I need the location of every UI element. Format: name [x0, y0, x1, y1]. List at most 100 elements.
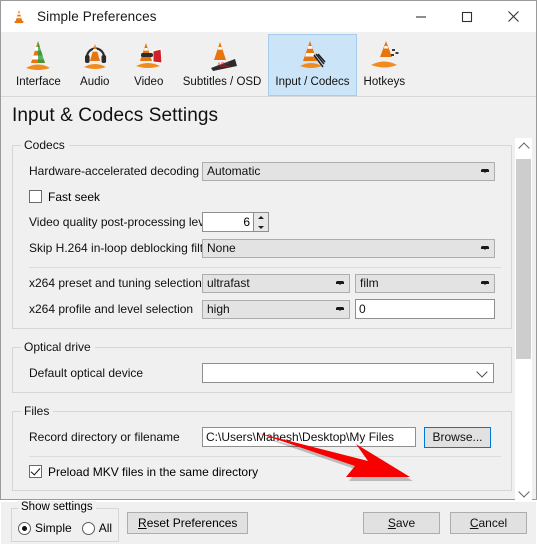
vlc-cone-icon	[10, 8, 28, 26]
x264-profile-label: x264 profile and level selection	[29, 302, 194, 316]
radio-simple-label: Simple	[35, 521, 72, 535]
radio-simple[interactable]	[18, 521, 31, 535]
show-settings-radios: Simple All	[18, 521, 112, 535]
deblocking-filter-select[interactable]: None	[202, 238, 495, 258]
cancel-button-mnemonic: C	[469, 516, 479, 530]
stepper-down-icon[interactable]	[254, 222, 268, 231]
cancel-button-label: ancel	[478, 516, 508, 530]
chevron-up-icon	[517, 142, 530, 154]
record-directory-value: C:\Users\Mahesh\Desktop\My Files	[206, 430, 395, 444]
post-processing-stepper[interactable]: 6	[202, 212, 269, 232]
toolbar-item-audio[interactable]: Audio	[68, 34, 122, 96]
deblocking-filter-row: Skip H.264 in-loop deblocking filter Non…	[21, 237, 503, 259]
post-processing-label: Video quality post-processing level	[29, 215, 214, 229]
reset-button-mnemonic: R	[138, 516, 147, 530]
show-settings-group: Show settings Simple All	[11, 501, 120, 542]
files-inner-divider	[29, 456, 501, 457]
reset-preferences-button[interactable]: Reset Preferences	[127, 512, 249, 534]
preload-mkv-row[interactable]: Preload MKV files in the same directory	[21, 461, 503, 482]
chevron-down-icon	[481, 169, 489, 173]
record-directory-row: Record directory or filename C:\Users\Ma…	[21, 426, 503, 448]
svg-text:ABC: ABC	[217, 63, 230, 69]
hardware-decoding-value: Automatic	[207, 164, 261, 178]
vlc-cone-input-icon	[292, 37, 332, 75]
hardware-decoding-label: Hardware-accelerated decoding	[29, 164, 200, 178]
files-group-legend: Files	[24, 404, 50, 418]
minimize-button[interactable]	[398, 1, 444, 32]
preload-mkv-checkbox[interactable]	[29, 465, 42, 478]
chevron-down-icon	[481, 246, 489, 250]
hardware-decoding-select[interactable]: Automatic	[202, 161, 495, 181]
close-button[interactable]	[490, 1, 536, 32]
vlc-cone-keyboard-icon	[364, 37, 404, 75]
preload-mkv-label: Preload MKV files in the same directory	[48, 464, 259, 479]
toolbar-item-label: Audio	[80, 76, 110, 88]
vlc-cone-subtitles-icon: ABC	[202, 37, 242, 75]
fast-seek-row[interactable]: Fast seek	[21, 186, 503, 207]
record-directory-label: Record directory or filename	[29, 430, 180, 444]
radio-all-label: All	[98, 521, 113, 535]
vlc-cone-headphones-icon	[75, 37, 115, 75]
cancel-button[interactable]: Cancel	[450, 512, 527, 534]
chevron-down-icon	[336, 281, 344, 285]
scroll-up-button[interactable]	[515, 138, 532, 155]
reset-button-label: eset Preferences	[146, 516, 238, 530]
show-settings-legend: Show settings	[18, 501, 96, 513]
save-button[interactable]: Save	[363, 512, 440, 534]
x264-profile-row: x264 profile and level selection high 0	[21, 298, 503, 320]
fast-seek-label: Fast seek	[48, 189, 101, 204]
deblocking-filter-value: None	[207, 241, 236, 255]
default-optical-device-combo[interactable]	[202, 363, 494, 383]
title-bar: Simple Preferences	[1, 1, 536, 32]
x264-profile-value: high	[207, 302, 230, 316]
browse-button[interactable]: Browse...	[424, 426, 491, 448]
fast-seek-checkbox[interactable]	[29, 190, 42, 203]
post-processing-row: Video quality post-processing level 6	[21, 211, 503, 233]
toolbar-item-interface[interactable]: Interface	[9, 34, 68, 96]
x264-tuning-select[interactable]: film	[355, 273, 495, 293]
stepper-buttons[interactable]	[254, 212, 269, 232]
files-group: Files Record directory or filename C:\Us…	[12, 404, 512, 491]
vertical-scrollbar[interactable]	[515, 138, 532, 502]
scrollbar-thumb[interactable]	[516, 159, 531, 359]
stepper-up-icon[interactable]	[254, 213, 268, 222]
default-optical-device-label: Default optical device	[29, 366, 144, 380]
deblocking-filter-label: Skip H.264 in-loop deblocking filter	[29, 241, 214, 255]
x264-preset-row: x264 preset and tuning selection ultrafa…	[21, 272, 503, 294]
record-directory-input[interactable]: C:\Users\Mahesh\Desktop\My Files	[202, 427, 416, 447]
toolbar-item-label: Subtitles / OSD	[182, 76, 262, 88]
x264-preset-select[interactable]: ultrafast	[202, 273, 350, 293]
x264-profile-select[interactable]: high	[202, 299, 350, 319]
toolbar-item-label: Input / Codecs	[275, 76, 350, 88]
vlc-cone-interface-icon	[18, 37, 58, 75]
hardware-decoding-row: Hardware-accelerated decoding Automatic	[21, 160, 503, 182]
chevron-down-icon	[517, 486, 530, 498]
toolbar-item-label: Interface	[16, 76, 61, 88]
toolbar-item-label: Video	[134, 76, 164, 88]
save-button-mnemonic: S	[387, 516, 396, 530]
radio-all[interactable]	[81, 521, 95, 535]
post-processing-value[interactable]: 6	[202, 212, 254, 232]
x264-level-input[interactable]: 0	[355, 299, 495, 319]
scroll-down-button[interactable]	[515, 485, 532, 502]
maximize-button[interactable]	[444, 1, 490, 32]
codecs-inner-divider	[29, 267, 501, 268]
scrollbar-track[interactable]	[515, 155, 532, 485]
toolbar-item-hotkeys[interactable]: Hotkeys	[357, 34, 413, 96]
settings-panel: Codecs Hardware-accelerated decoding Aut…	[12, 138, 512, 502]
settings-scroll-area: Codecs Hardware-accelerated decoding Aut…	[1, 132, 536, 502]
browse-button-label: Browse...	[432, 430, 483, 444]
preferences-toolbar: Interface Audio Video ABC Subtitles / OS…	[1, 32, 536, 97]
toolbar-item-input-codecs[interactable]: Input / Codecs	[268, 34, 357, 96]
chevron-down-icon	[476, 366, 488, 378]
optical-drive-group-legend: Optical drive	[24, 340, 91, 354]
toolbar-item-video[interactable]: Video	[122, 34, 176, 96]
codecs-group-legend: Codecs	[24, 138, 65, 152]
chevron-down-icon	[336, 307, 344, 311]
default-optical-device-row: Default optical device	[21, 362, 503, 384]
save-button-label: ave	[395, 516, 416, 530]
page-title: Input & Codecs Settings	[12, 105, 219, 126]
x264-preset-value: ultrafast	[207, 276, 250, 290]
toolbar-item-subtitles-osd[interactable]: ABC Subtitles / OSD	[176, 34, 269, 96]
dialog-footer: Show settings Simple All Reset Preferenc…	[1, 501, 536, 544]
